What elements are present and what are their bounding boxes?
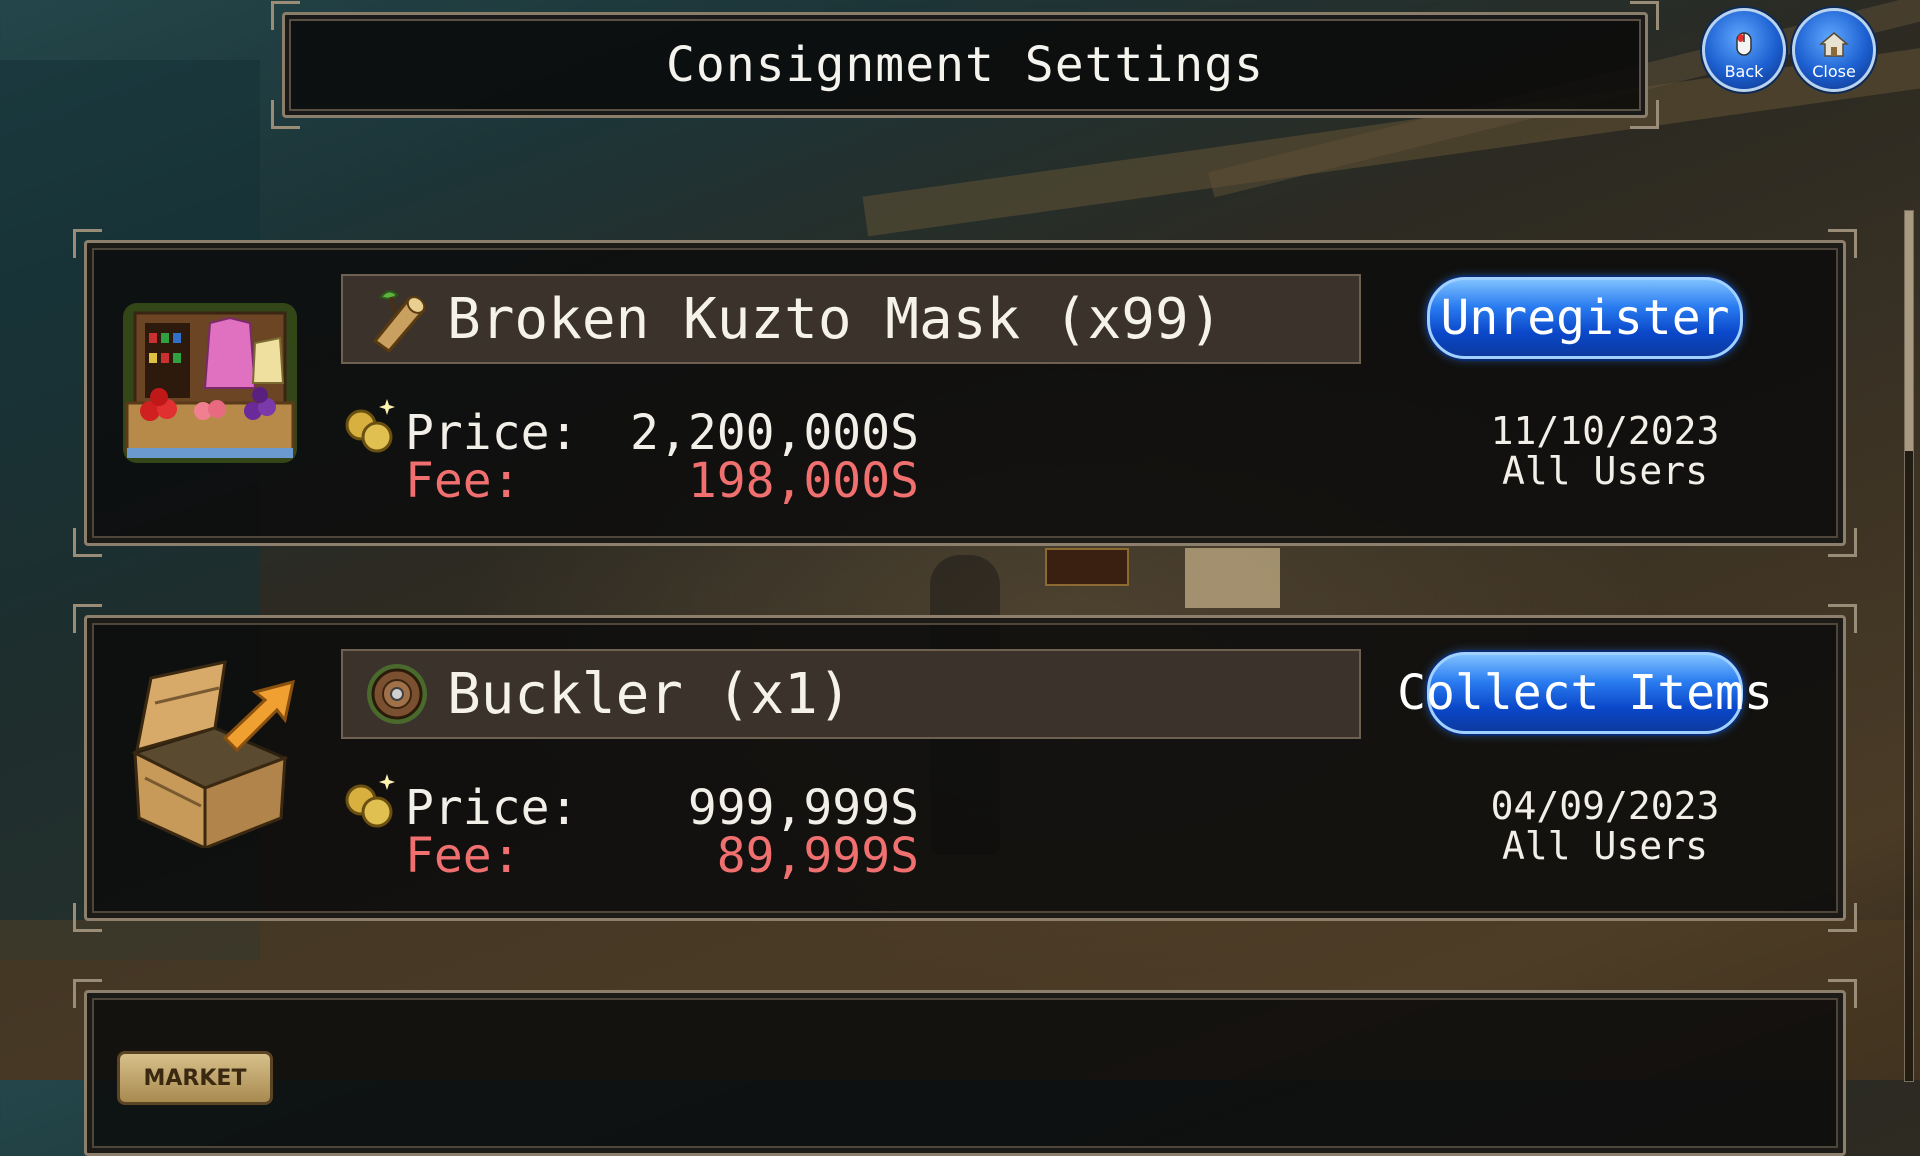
item-name: Broken Kuzto Mask (x99) <box>447 286 1223 352</box>
frame-corner <box>1828 604 1857 633</box>
frame-corner <box>271 1 300 30</box>
item-name: Buckler (x1) <box>447 661 852 727</box>
wooden-log-icon <box>361 283 433 355</box>
unregister-button[interactable]: Unregister <box>1427 277 1743 359</box>
coins-icon <box>343 393 399 453</box>
fee-value: 89,999S <box>716 828 919 884</box>
back-label: Back <box>1724 62 1764 81</box>
collect-items-button[interactable]: Collect Items <box>1397 652 1773 734</box>
frame-corner <box>73 903 102 932</box>
frame-corner <box>1828 528 1857 557</box>
coins-icon <box>343 768 399 828</box>
frame-corner <box>1630 1 1659 30</box>
mouse-icon <box>1729 30 1759 60</box>
frame-corner <box>73 229 102 258</box>
frame-corner <box>271 100 300 129</box>
frame-corner <box>1828 229 1857 258</box>
item-name-box: Broken Kuzto Mask (x99) <box>341 274 1361 364</box>
background-sign <box>1045 548 1129 586</box>
frame-corner <box>73 528 102 557</box>
market-stall-icon <box>115 283 305 473</box>
background-sign <box>1185 548 1280 608</box>
listing-card: Buckler (x1) Collect Items Price: Fee: 9… <box>73 604 1857 932</box>
close-label: Close <box>1812 62 1856 81</box>
frame-corner <box>73 979 102 1008</box>
listing-date: 11/10/2023 <box>1490 409 1720 453</box>
round-shield-icon <box>361 658 433 730</box>
market-sign-icon: MARKET <box>117 1051 273 1105</box>
frame-corner <box>1630 100 1659 129</box>
fee-label: Fee: <box>405 828 521 884</box>
frame-corner <box>1828 903 1857 932</box>
scrollbar-thumb[interactable] <box>1905 211 1913 451</box>
listing-audience: All Users <box>1502 824 1708 868</box>
title-bar: Consignment Settings <box>271 1 1659 129</box>
listing-card-partial: MARKET <box>73 979 1857 1156</box>
back-button[interactable]: Back <box>1702 8 1786 92</box>
frame-corner <box>73 604 102 633</box>
listing-card: Broken Kuzto Mask (x99) Unregister Price… <box>73 229 1857 557</box>
item-name-box: Buckler (x1) <box>341 649 1361 739</box>
fee-value: 198,000S <box>687 453 919 509</box>
listing-audience: All Users <box>1502 449 1708 493</box>
frame-corner <box>1828 979 1857 1008</box>
listing-meta: 04/09/2023 All Users <box>1485 786 1725 866</box>
fee-label: Fee: <box>405 453 521 509</box>
home-icon <box>1818 30 1850 60</box>
page-title: Consignment Settings <box>666 37 1264 93</box>
close-button[interactable]: Close <box>1792 8 1876 92</box>
crate-arrow-icon <box>115 658 305 851</box>
listing-meta: 11/10/2023 All Users <box>1485 411 1725 491</box>
scrollbar[interactable] <box>1904 210 1914 1082</box>
listing-date: 04/09/2023 <box>1490 784 1720 828</box>
